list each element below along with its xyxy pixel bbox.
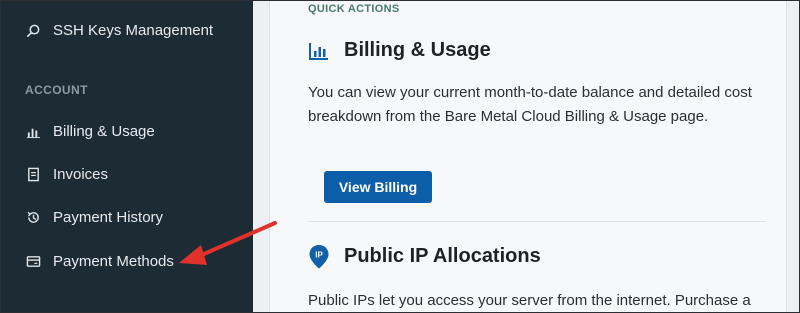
bar-chart-icon [308,40,330,62]
public-ip-description: Public IPs let you access your server fr… [308,292,751,309]
search-icon [25,23,41,39]
section-divider [308,221,766,222]
billing-title: Billing & Usage [344,39,491,61]
sidebar-item-ssh-keys[interactable]: SSH Keys Management [25,22,213,39]
sidebar-item-label: Billing & Usage [53,123,155,140]
main-content: QUICK ACTIONS Billing & Usage You can vi… [253,1,799,312]
sidebar-item-payment-history[interactable]: Payment History [25,209,163,226]
sidebar-item-billing-usage[interactable]: Billing & Usage [25,123,155,140]
sidebar-item-label: Invoices [53,166,109,183]
quick-actions-card: QUICK ACTIONS Billing & Usage You can vi… [269,1,787,312]
public-ip-section-header: IP Public IP Allocations [308,244,541,268]
app-frame: SSH Keys Management ACCOUNT Billing & Us… [0,0,800,313]
bar-chart-icon [25,124,41,140]
sidebar-item-invoices[interactable]: Invoices [25,166,108,183]
billing-description: You can view your current month-to-date … [308,84,752,125]
sidebar-item-label: Payment History [53,209,164,226]
sidebar-section-account: ACCOUNT [25,83,88,97]
ip-pin-icon: IP [308,244,330,268]
sidebar: SSH Keys Management ACCOUNT Billing & Us… [1,1,253,312]
view-billing-button[interactable]: View Billing [324,171,432,203]
billing-section-header: Billing & Usage [308,39,491,62]
history-icon [25,210,41,226]
ip-pin-icon-text: IP [315,250,323,259]
credit-card-icon [25,254,41,270]
invoice-icon [25,167,41,183]
public-ip-title: Public IP Allocations [344,245,541,267]
sidebar-item-payment-methods[interactable]: Payment Methods [25,253,174,270]
quick-actions-heading: QUICK ACTIONS [308,3,400,15]
sidebar-item-label: Payment Methods [53,253,174,270]
sidebar-item-label: SSH Keys Management [53,22,214,39]
